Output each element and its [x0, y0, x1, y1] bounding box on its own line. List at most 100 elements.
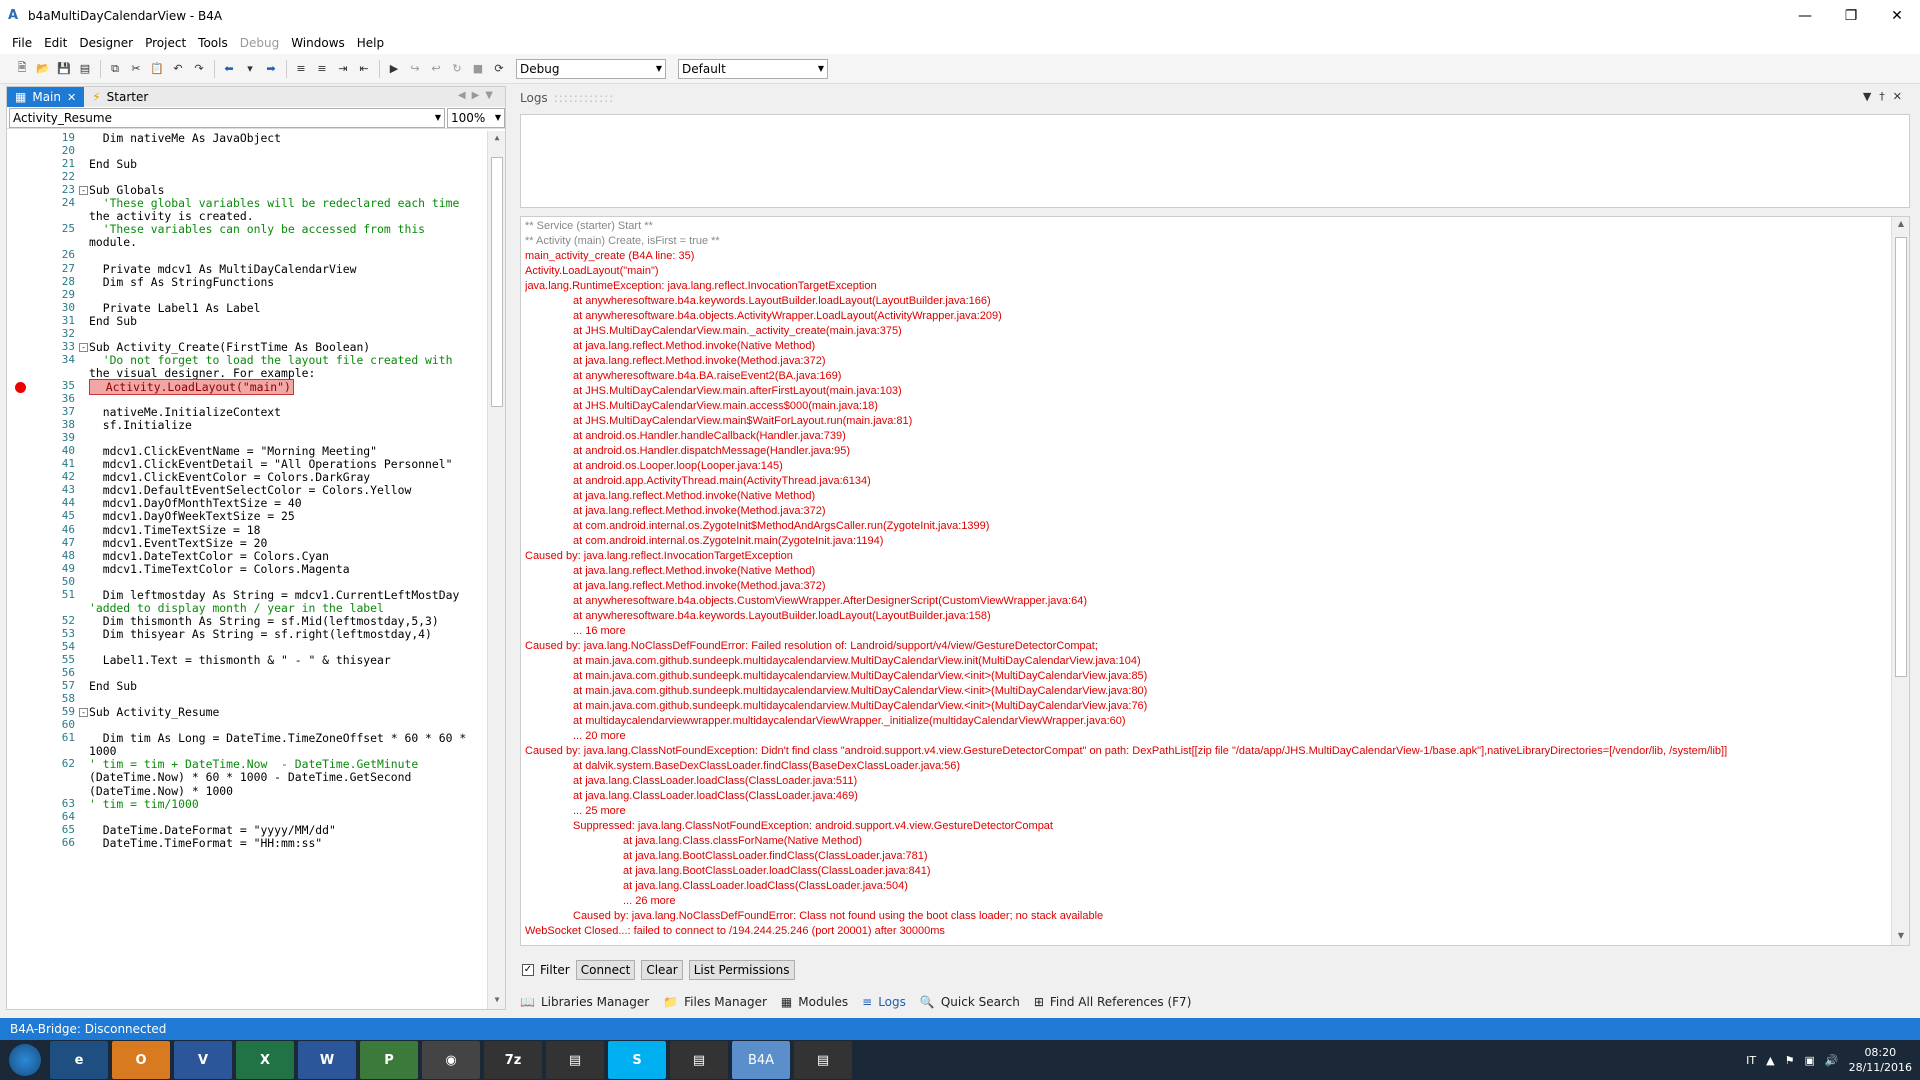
ie-icon[interactable]: e	[50, 1041, 108, 1079]
menu-file[interactable]: File	[6, 36, 38, 50]
comment-icon[interactable]: ≡	[291, 59, 311, 79]
build-profile-select[interactable]: Default ▼	[678, 58, 828, 79]
tab-main[interactable]: ▦ Main ✕	[7, 87, 85, 107]
minimize-button[interactable]: —	[1782, 0, 1828, 32]
tab-files-manager[interactable]: 📁 Files Manager	[663, 995, 767, 1009]
code-line[interactable]: 66 DateTime.TimeFormat = "HH:mm:ss"	[7, 836, 487, 852]
tab-quick-search[interactable]: 🔍 Quick Search	[920, 995, 1020, 1009]
indent-icon[interactable]: ⇥	[333, 59, 353, 79]
code-text: Sub Activity_Create(FirstTime As Boolean…	[89, 339, 371, 354]
cut-icon[interactable]: ✂	[126, 59, 146, 79]
close-tab-icon[interactable]: ✕	[67, 91, 76, 104]
language-indicator[interactable]: IT	[1746, 1054, 1756, 1067]
start-button[interactable]	[0, 1040, 50, 1080]
stop-icon[interactable]: ■	[468, 59, 488, 79]
skype-icon[interactable]: S	[608, 1041, 666, 1079]
tab-scroll-arrows[interactable]: ◀▶▼	[458, 90, 499, 101]
save-icon[interactable]: 💾	[54, 59, 74, 79]
document-icon[interactable]: ▤	[794, 1041, 852, 1079]
uncomment-icon[interactable]: ≡	[312, 59, 332, 79]
fold-toggle-icon[interactable]: -	[79, 342, 88, 352]
scroll-thumb[interactable]	[491, 157, 503, 407]
build-config-select[interactable]: Debug ▼	[516, 58, 666, 79]
b4a-icon[interactable]: B4A	[732, 1041, 790, 1079]
redo-icon[interactable]: ↷	[189, 59, 209, 79]
close-button[interactable]: ✕	[1874, 0, 1920, 32]
notepad-icon[interactable]: ▤	[670, 1041, 728, 1079]
fold-toggle-icon[interactable]: -	[79, 186, 88, 196]
code-text: Dim sf As StringFunctions	[89, 274, 275, 289]
tab-starter[interactable]: ⚡ Starter	[84, 87, 156, 107]
tab-logs[interactable]: ≡ Logs	[862, 995, 906, 1009]
copy-icon[interactable]: ⧉	[105, 59, 125, 79]
menu-debug[interactable]: Debug	[234, 36, 285, 50]
sub-selector[interactable]: Activity_Resume ▼	[9, 107, 445, 128]
line-number: 29	[61, 287, 75, 301]
panel-controls[interactable]: ▼†✕	[1863, 90, 1910, 103]
toolbar: 🗎 📂 💾 ▤ ⧉ ✂ 📋 ↶ ↷ ⬅ ▾ ➡ ≡ ≡ ⇥ ⇤ ▶ ↪ ↩ ↻ …	[0, 54, 1920, 84]
code-editor-panel: ▦ Main ✕ ⚡ Starter ◀▶▼ Activity_Resume ▼…	[6, 86, 506, 1010]
open-icon[interactable]: 📂	[33, 59, 53, 79]
scanner-icon[interactable]: ▤	[546, 1041, 604, 1079]
project-icon[interactable]: P	[360, 1041, 418, 1079]
drag-handle[interactable]: ::::::::::::	[554, 91, 615, 105]
undo-icon[interactable]: ↶	[168, 59, 188, 79]
connect-button[interactable]: Connect	[575, 960, 636, 980]
scroll-up-icon[interactable]: ▲	[1895, 219, 1907, 231]
toolbar-separator	[100, 59, 101, 78]
tab-modules[interactable]: ▦ Modules	[781, 995, 848, 1009]
7zip-icon[interactable]: 7z	[484, 1041, 542, 1079]
flag-icon[interactable]: ⚑	[1785, 1054, 1795, 1067]
word-icon[interactable]: W	[298, 1041, 356, 1079]
dropdown-arrow-icon[interactable]: ▾	[240, 59, 260, 79]
tab-find-all-references[interactable]: ⊞ Find All References (F7)	[1034, 995, 1192, 1009]
scroll-down-icon[interactable]: ▼	[1895, 931, 1907, 943]
menu-edit[interactable]: Edit	[38, 36, 73, 50]
editor-scrollbar[interactable]: ▲ ▼	[487, 131, 505, 1009]
line-number: 28	[61, 274, 75, 288]
code-text: Dim thisyear As String = sf.right(leftmo…	[89, 626, 432, 641]
display-icon[interactable]: ▣	[1804, 1054, 1814, 1067]
menu-windows[interactable]: Windows	[285, 36, 351, 50]
log-line: at anywheresoftware.b4a.keywords.LayoutB…	[573, 610, 991, 622]
outlook-icon[interactable]: O	[112, 1041, 170, 1079]
logs-output[interactable]: ** Service (starter) Start ** ** Activity…	[520, 216, 1910, 946]
scroll-thumb[interactable]	[1895, 237, 1907, 677]
navigate-forward-icon[interactable]: ➡	[261, 59, 281, 79]
zoom-select[interactable]: 100% ▼	[447, 107, 505, 128]
step-out-icon[interactable]: ↻	[447, 59, 467, 79]
filter-checkbox[interactable]: ✓	[522, 964, 534, 976]
scroll-down-icon[interactable]: ▼	[491, 995, 503, 1007]
chrome-icon[interactable]: ◉	[422, 1041, 480, 1079]
excel-icon[interactable]: X	[236, 1041, 294, 1079]
scroll-up-icon[interactable]: ▲	[491, 133, 503, 145]
clock-date: 28/11/2016	[1848, 1061, 1912, 1074]
menu-help[interactable]: Help	[351, 36, 390, 50]
tab-libraries-manager[interactable]: 📖 Libraries Manager	[520, 995, 649, 1009]
service-icon: ⚡	[92, 90, 101, 104]
clock[interactable]: 08:20 28/11/2016	[1849, 1045, 1912, 1075]
code-area[interactable]: 19 Dim nativeMe As JavaObject 20 21 End Sub…	[7, 131, 505, 1009]
log-lines: ** Service (starter) Start ** ** Activity…	[525, 219, 1885, 939]
code-text: the visual designer. For example:	[89, 365, 316, 380]
new-file-icon[interactable]: 🗎	[12, 59, 32, 79]
menu-project[interactable]: Project	[139, 36, 192, 50]
run-icon[interactable]: ▶	[384, 59, 404, 79]
outdent-icon[interactable]: ⇤	[354, 59, 374, 79]
visio-icon[interactable]: V	[174, 1041, 232, 1079]
clear-button[interactable]: Clear	[641, 960, 683, 980]
logs-scrollbar[interactable]: ▲ ▼	[1891, 217, 1909, 945]
restore-button[interactable]: ❐	[1828, 0, 1874, 32]
step-in-icon[interactable]: ↪	[405, 59, 425, 79]
step-over-icon[interactable]: ↩	[426, 59, 446, 79]
menu-designer[interactable]: Designer	[73, 36, 139, 50]
save-all-icon[interactable]: ▤	[75, 59, 95, 79]
volume-icon[interactable]: 🔊	[1825, 1054, 1839, 1067]
menu-tools[interactable]: Tools	[192, 36, 234, 50]
list-permissions-button[interactable]: List Permissions	[688, 960, 795, 980]
fold-toggle-icon[interactable]: -	[79, 708, 88, 718]
navigate-back-icon[interactable]: ⬅	[219, 59, 239, 79]
tray-expand-icon[interactable]: ▲	[1766, 1054, 1774, 1067]
restart-icon[interactable]: ⟳	[489, 59, 509, 79]
paste-icon[interactable]: 📋	[147, 59, 167, 79]
